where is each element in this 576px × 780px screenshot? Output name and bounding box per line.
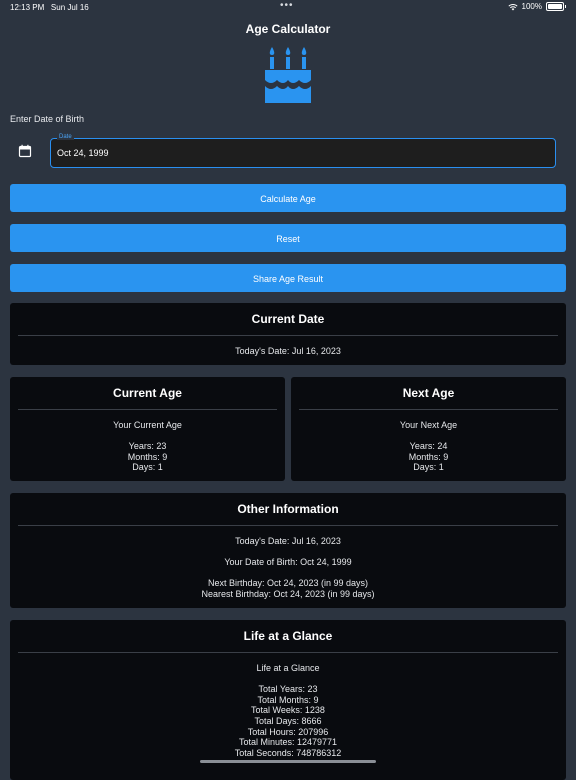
current-age-days: Days: 1 xyxy=(132,462,163,472)
status-indicators: 100% xyxy=(507,2,566,11)
card-title: Next Age xyxy=(402,386,455,400)
glance-total-days: Total Days: 8666 xyxy=(254,716,322,726)
card-divider xyxy=(18,409,277,410)
glance-total-weeks: Total Weeks: 1238 xyxy=(251,705,325,715)
other-today-date: Today's Date: Jul 16, 2023 xyxy=(235,536,341,546)
glance-total-hours: Total Hours: 207996 xyxy=(247,727,329,737)
other-nearest-birthday: Nearest Birthday: Oct 24, 2023 (in 99 da… xyxy=(201,589,375,599)
next-age-years: Years: 24 xyxy=(409,441,448,451)
calendar-icon[interactable] xyxy=(18,144,32,158)
other-information-card: Other Information Today's Date: Jul 16, … xyxy=(10,493,566,608)
card-divider xyxy=(18,652,558,653)
app-title: Age Calculator xyxy=(245,22,331,36)
dob-label: Enter Date of Birth xyxy=(10,114,85,124)
status-date: Sun Jul 16 xyxy=(50,3,89,12)
card-title: Other Information xyxy=(237,502,339,516)
glance-total-minutes: Total Minutes: 12479771 xyxy=(238,737,338,747)
glance-subtitle: Life at a Glance xyxy=(256,663,320,673)
glance-total-months: Total Months: 9 xyxy=(257,695,319,705)
reset-button[interactable]: Reset xyxy=(10,224,566,252)
glance-total-years: Total Years: 23 xyxy=(258,684,318,694)
battery-percentage: 100% xyxy=(521,2,542,11)
status-time-date: 12:13 PM Sun Jul 16 xyxy=(10,3,89,12)
current-age-months: Months: 9 xyxy=(127,452,168,462)
glance-total-seconds: Total Seconds: 748786312 xyxy=(234,748,342,758)
multitasking-dots[interactable]: ••• xyxy=(280,0,294,11)
card-divider xyxy=(18,525,558,526)
status-bar: 12:13 PM Sun Jul 16 ••• 100% xyxy=(0,0,576,14)
card-title: Current Date xyxy=(251,312,325,326)
date-field[interactable]: Date xyxy=(50,134,556,168)
current-age-card: Current Age Your Current Age Years: 23 M… xyxy=(10,377,285,481)
other-next-birthday: Next Birthday: Oct 24, 2023 (in 99 days) xyxy=(207,578,369,588)
home-indicator[interactable] xyxy=(200,760,376,763)
next-age-card: Next Age Your Next Age Years: 24 Months:… xyxy=(291,377,566,481)
current-age-subtitle: Your Current Age xyxy=(113,420,182,430)
share-age-result-button[interactable]: Share Age Result xyxy=(10,264,566,292)
wifi-icon xyxy=(507,3,518,10)
other-date-of-birth: Your Date of Birth: Oct 24, 1999 xyxy=(224,557,352,567)
current-date-card: Current Date Today's Date: Jul 16, 2023 xyxy=(10,303,566,365)
next-age-days: Days: 1 xyxy=(413,462,444,472)
card-title: Life at a Glance xyxy=(243,629,333,643)
calculate-age-button[interactable]: Calculate Age xyxy=(10,184,566,212)
birthday-cake-icon xyxy=(265,47,311,103)
card-divider xyxy=(18,335,558,336)
card-title: Current Age xyxy=(113,386,182,400)
today-date-text: Today's Date: Jul 16, 2023 xyxy=(235,346,341,356)
next-age-months: Months: 9 xyxy=(408,452,449,462)
next-age-subtitle: Your Next Age xyxy=(399,420,458,430)
life-at-a-glance-card: Life at a Glance Life at a Glance Total … xyxy=(10,620,566,780)
status-time: 12:13 PM xyxy=(10,3,45,12)
battery-tip xyxy=(565,5,566,8)
date-input[interactable] xyxy=(57,139,537,167)
current-age-years: Years: 23 xyxy=(128,441,167,451)
battery-icon xyxy=(546,2,564,11)
card-divider xyxy=(299,409,558,410)
